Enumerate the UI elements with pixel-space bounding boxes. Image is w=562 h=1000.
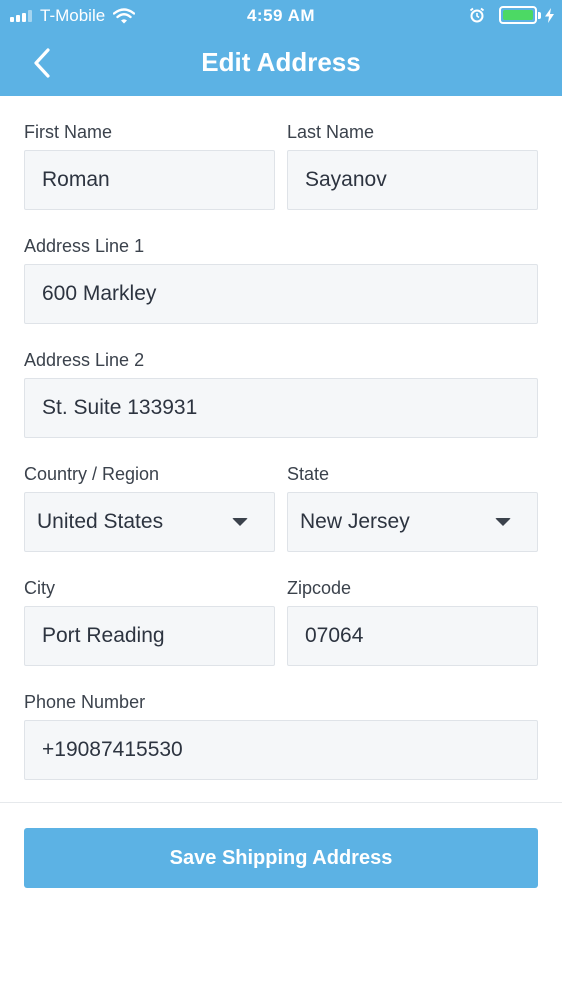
- charging-icon: [545, 7, 554, 23]
- save-button-label: Save Shipping Address: [169, 846, 393, 869]
- country-select[interactable]: United States: [24, 492, 275, 552]
- status-right: [469, 6, 554, 24]
- last-name-field[interactable]: Sayanov: [287, 150, 538, 210]
- first-name-value: Roman: [42, 168, 110, 191]
- first-name-field[interactable]: Roman: [24, 150, 275, 210]
- address-line-1-value: 600 Markley: [42, 282, 157, 305]
- status-bar: T-Mobile 4:59 AM: [0, 0, 562, 32]
- city-value: Port Reading: [42, 624, 165, 647]
- app-header: T-Mobile 4:59 AM Edit Address: [0, 0, 562, 96]
- divider: [0, 802, 562, 803]
- address-line-1-label: Address Line 1: [24, 236, 145, 256]
- phone-value: +19087415530: [42, 738, 183, 761]
- caret-down-icon: [495, 518, 511, 526]
- phone-field[interactable]: +19087415530: [24, 720, 538, 780]
- address-line-2-label: Address Line 2: [24, 350, 145, 370]
- save-shipping-address-button[interactable]: Save Shipping Address: [24, 828, 538, 888]
- alarm-icon: [469, 7, 485, 23]
- state-value: New Jersey: [300, 510, 410, 533]
- city-label: City: [24, 578, 55, 598]
- address-line-1-field[interactable]: 600 Markley: [24, 264, 538, 324]
- country-value: United States: [37, 510, 164, 533]
- address-line-2-field[interactable]: St. Suite 133931: [24, 378, 538, 438]
- caret-down-icon: [232, 518, 248, 526]
- page-title: Edit Address: [201, 47, 361, 77]
- zipcode-value: 07064: [305, 624, 364, 647]
- city-field[interactable]: Port Reading: [24, 606, 275, 666]
- first-name-label: First Name: [24, 122, 113, 142]
- last-name-value: Sayanov: [305, 168, 387, 191]
- last-name-label: Last Name: [287, 122, 375, 142]
- phone-label: Phone Number: [24, 692, 146, 712]
- address-line-2-value: St. Suite 133931: [42, 396, 198, 419]
- country-label: Country / Region: [24, 464, 160, 484]
- battery-icon: [499, 6, 537, 24]
- state-select[interactable]: New Jersey: [287, 492, 538, 552]
- state-label: State: [287, 464, 330, 484]
- zipcode-field[interactable]: 07064: [287, 606, 538, 666]
- zipcode-label: Zipcode: [287, 578, 352, 598]
